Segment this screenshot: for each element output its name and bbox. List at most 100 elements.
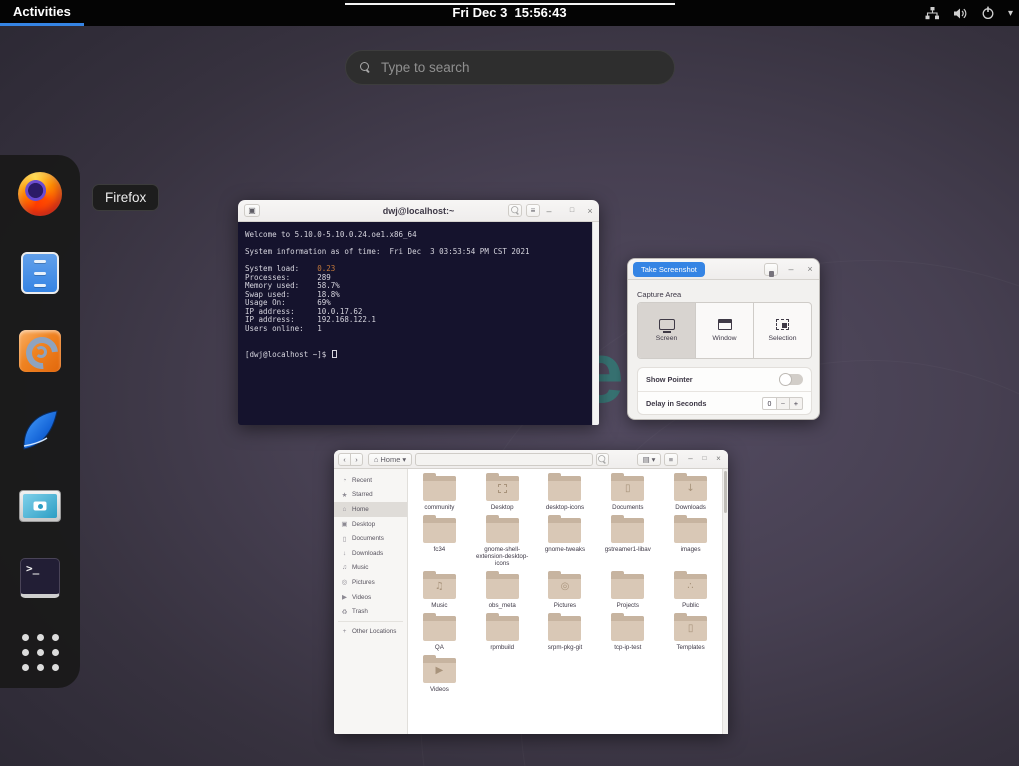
close-button[interactable]: ×	[713, 451, 724, 467]
dock-item-swirl-app[interactable]	[16, 330, 64, 372]
folder-emblem-icon: ▯	[625, 484, 631, 494]
sidebar-item-other-locations[interactable]: + Other Locations	[334, 624, 407, 639]
dock-item-wireshark[interactable]	[16, 408, 64, 454]
folder-item[interactable]: ♫ Music	[409, 574, 469, 609]
dash-dock: >_	[0, 155, 80, 688]
delay-decrease-button[interactable]: −	[777, 397, 790, 410]
dock-item-firefox[interactable]	[16, 172, 64, 216]
files-window[interactable]: ‹ › ⌂ Home ▾ ▤ ▾ ≡ – □ × ◔ Recent ★ Star…	[334, 450, 728, 734]
folder-item[interactable]: gstreamer1-libav	[598, 518, 658, 567]
terminal-headerbar: dwj@localhost:~ ▣ ≡ – □ ×	[238, 200, 599, 222]
folder-item[interactable]: rpmbuild	[472, 616, 532, 651]
dock-item-terminal[interactable]: >_	[16, 558, 64, 598]
folder-item[interactable]: srpm-pkg-git	[535, 616, 595, 651]
minimize-button[interactable]: –	[685, 451, 696, 467]
sidebar-item-label: Pictures	[352, 579, 375, 586]
delay-increase-button[interactable]: +	[790, 397, 803, 410]
sidebar-item-documents[interactable]: ▯ Documents	[334, 531, 407, 546]
path-bar[interactable]	[415, 453, 593, 466]
folder-icon	[611, 518, 644, 543]
folder-item[interactable]: obs_meta	[472, 574, 532, 609]
home-icon: ⌂	[374, 454, 379, 465]
folder-item[interactable]: gnome-tweaks	[535, 518, 595, 567]
folder-item[interactable]: ↓ Downloads	[661, 476, 721, 511]
overview-search-bar[interactable]	[345, 50, 675, 85]
search-input[interactable]	[381, 60, 660, 75]
files-scrollbar[interactable]	[722, 469, 728, 734]
mode-window[interactable]: Window	[696, 303, 754, 358]
menu-button[interactable]	[764, 263, 778, 276]
terminal-icon: >_	[20, 558, 60, 598]
folder-item[interactable]: tcp-ip-test	[598, 616, 658, 651]
folder-item[interactable]: QA	[409, 616, 469, 651]
search-icon	[598, 455, 607, 464]
screen-icon	[659, 319, 675, 330]
sidebar-item-pictures[interactable]: ◎ Pictures	[334, 575, 407, 590]
folder-item[interactable]: Desktop	[472, 476, 532, 511]
minimize-button[interactable]: –	[785, 260, 797, 278]
folder-name: Public	[682, 602, 699, 609]
search-button[interactable]	[508, 204, 522, 217]
close-button[interactable]: ×	[804, 260, 816, 278]
folder-item[interactable]: ▶ Videos	[409, 658, 469, 693]
terminal-window[interactable]: dwj@localhost:~ ▣ ≡ – □ × Welcome to 5.1…	[238, 200, 599, 425]
forward-button[interactable]: ›	[350, 453, 363, 466]
folder-item[interactable]: ∴ Public	[661, 574, 721, 609]
sidebar-item-recent[interactable]: ◔ Recent	[334, 473, 407, 488]
folder-item[interactable]: ▯ Templates	[661, 616, 721, 651]
take-screenshot-title-button[interactable]: Take Screenshot	[633, 262, 705, 277]
folder-item[interactable]: Projects	[598, 574, 658, 609]
folder-item[interactable]: gnome-shell-extension-desktop-icons	[472, 518, 532, 567]
folder-item[interactable]: images	[661, 518, 721, 567]
close-button[interactable]: ×	[584, 202, 596, 220]
folder-item[interactable]: ▯ Documents	[598, 476, 658, 511]
folder-icon	[423, 476, 456, 501]
maximize-button[interactable]: □	[699, 451, 710, 467]
activities-button[interactable]: Activities	[0, 0, 84, 26]
menu-button[interactable]: ≡	[526, 204, 540, 217]
folder-item[interactable]: fc34	[409, 518, 469, 567]
sidebar-item-starred[interactable]: ★ Starred	[334, 488, 407, 503]
take-screenshot-dialog[interactable]: Take Screenshot – × Capture Area Screen …	[627, 258, 820, 420]
location-button[interactable]: ⌂ Home ▾	[368, 453, 412, 466]
minimize-button[interactable]: –	[543, 202, 555, 220]
sidebar-item-videos[interactable]: ▶ Videos	[334, 590, 407, 605]
menu-button[interactable]: ≡	[664, 453, 678, 466]
selection-icon	[776, 319, 789, 330]
folder-emblem-icon	[498, 484, 507, 493]
sidebar-item-trash[interactable]: ♻ Trash	[334, 604, 407, 619]
sidebar-item-home[interactable]: ⌂ Home	[334, 502, 407, 517]
sidebar-item-desktop[interactable]: ▣ Desktop	[334, 517, 407, 532]
new-tab-button[interactable]: ▣	[244, 204, 260, 217]
delay-value[interactable]: 0	[762, 397, 777, 410]
system-tray[interactable]: ▾	[925, 0, 1013, 26]
terminal-prompt: [dwj@localhost ~]$	[245, 350, 592, 360]
maximize-button[interactable]: □	[566, 202, 578, 220]
top-bar: Activities Fri Dec 3 15:56:43 ▾	[0, 0, 1019, 26]
dock-item-files[interactable]	[16, 252, 64, 294]
dock-item-screenshot[interactable]	[16, 490, 64, 522]
clock-button[interactable]: Fri Dec 3 15:56:43	[452, 0, 566, 26]
capture-area-label: Capture Area	[637, 290, 681, 299]
show-pointer-toggle[interactable]	[779, 374, 803, 385]
sidebar-item-icon: ▯	[341, 535, 348, 543]
sidebar-item-downloads[interactable]: ↓ Downloads	[334, 546, 407, 561]
sidebar-item-label: Documents	[352, 535, 384, 542]
folder-item[interactable]: community	[409, 476, 469, 511]
firefox-icon	[18, 172, 62, 216]
folder-emblem-icon: ▶	[436, 666, 444, 676]
view-toggle-button[interactable]: ▤ ▾	[637, 453, 661, 466]
app-grid-button[interactable]	[16, 634, 64, 671]
folder-item[interactable]: ◎ Pictures	[535, 574, 595, 609]
mode-screen[interactable]: Screen	[638, 303, 696, 358]
terminal-scrollbar[interactable]	[592, 222, 599, 425]
folder-emblem-icon: ▯	[688, 624, 694, 634]
folder-name: images	[681, 546, 701, 553]
search-button[interactable]	[596, 453, 609, 466]
sidebar-item-icon: ★	[341, 491, 348, 499]
folder-name: Videos	[430, 686, 449, 693]
folder-item[interactable]: desktop-icons	[535, 476, 595, 511]
mode-selection[interactable]: Selection	[754, 303, 811, 358]
sidebar-item-music[interactable]: ♫ Music	[334, 561, 407, 576]
sidebar-item-icon: ♻	[341, 608, 348, 616]
